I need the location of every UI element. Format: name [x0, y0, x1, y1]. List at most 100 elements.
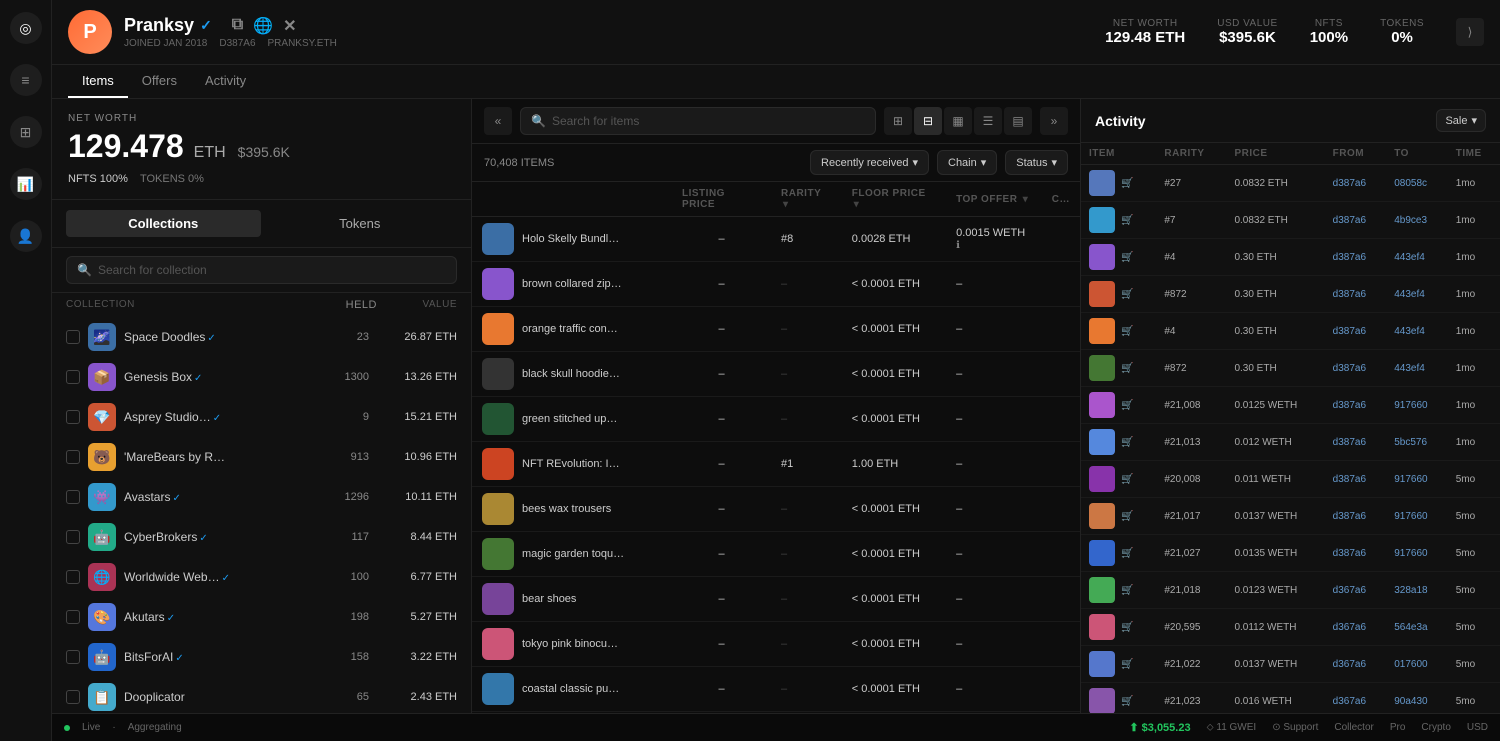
collection-checkbox[interactable]	[66, 370, 80, 384]
activity-from[interactable]: d387a6	[1325, 276, 1387, 313]
activity-from[interactable]: d387a6	[1325, 387, 1387, 424]
collection-checkbox[interactable]	[66, 610, 80, 624]
view-grid-large[interactable]: ▦	[944, 107, 972, 135]
items-search-input[interactable]: 🔍 Search for items	[520, 107, 876, 135]
activity-to[interactable]: 443ef4	[1386, 276, 1448, 313]
activity-from[interactable]: d387a6	[1325, 350, 1387, 387]
activity-from[interactable]: d387a6	[1325, 165, 1387, 202]
collection-item[interactable]: 🌌 Space Doodles✓ 23 26.87 ETH	[52, 317, 471, 357]
table-row[interactable]: orange traffic con… – – < 0.0001 ETH –	[472, 307, 1080, 352]
usd-toggle[interactable]: USD	[1467, 722, 1488, 733]
activity-from[interactable]: d387a6	[1325, 498, 1387, 535]
copy-icon[interactable]: ⧉	[232, 16, 243, 36]
collection-search-input[interactable]: 🔍 Search for collection	[66, 256, 457, 284]
activity-to[interactable]: 4b9ce3	[1386, 202, 1448, 239]
tokens-toggle[interactable]: Tokens	[263, 210, 458, 237]
collections-toggle[interactable]: Collections	[66, 210, 261, 237]
view-list[interactable]: ☰	[974, 107, 1002, 135]
activity-sale-filter[interactable]: Sale ▾	[1436, 109, 1486, 132]
table-row[interactable]: bees wax trousers – – < 0.0001 ETH –	[472, 487, 1080, 532]
collection-item[interactable]: 📋 Dooplicator 65 2.43 ETH	[52, 677, 471, 713]
col-top-offer[interactable]: TOP OFFER ▾	[946, 182, 1042, 217]
activity-from[interactable]: d367a6	[1325, 609, 1387, 646]
activity-from[interactable]: d387a6	[1325, 461, 1387, 498]
collapse-sidebar-button[interactable]: «	[484, 107, 512, 135]
table-row[interactable]: coastal classic pu… – – < 0.0001 ETH –	[472, 667, 1080, 712]
activity-from[interactable]: d367a6	[1325, 572, 1387, 609]
activity-row[interactable]: 🛒 #21,023 0.016 WETH d367a6 90a430 5mo	[1081, 683, 1500, 714]
activity-from[interactable]: d387a6	[1325, 535, 1387, 572]
filter-recently-received[interactable]: Recently received ▾	[810, 150, 929, 175]
table-row[interactable]: Holo Skelly Bundl… – #8 0.0028 ETH 0.001…	[472, 217, 1080, 262]
wallet-address[interactable]: D387A6	[219, 38, 255, 49]
collection-checkbox[interactable]	[66, 570, 80, 584]
activity-to[interactable]: 917660	[1386, 535, 1448, 572]
activity-row[interactable]: 🛒 #7 0.0832 ETH d387a6 4b9ce3 1mo	[1081, 202, 1500, 239]
activity-row[interactable]: 🛒 #872 0.30 ETH d387a6 443ef4 1mo	[1081, 350, 1500, 387]
activity-to[interactable]: 443ef4	[1386, 239, 1448, 276]
view-table[interactable]: ▤	[1004, 107, 1032, 135]
activity-to[interactable]: 917660	[1386, 387, 1448, 424]
activity-to[interactable]: 917660	[1386, 461, 1448, 498]
collection-item[interactable]: 💎 Asprey Studio…✓ 9 15.21 ETH	[52, 397, 471, 437]
collection-checkbox[interactable]	[66, 450, 80, 464]
table-row[interactable]: magic garden toqu… – – < 0.0001 ETH –	[472, 532, 1080, 577]
col-floor-price[interactable]: FLOOR PRICE ▾	[842, 182, 946, 217]
activity-from[interactable]: d387a6	[1325, 313, 1387, 350]
activity-row[interactable]: 🛒 #4 0.30 ETH d387a6 443ef4 1mo	[1081, 239, 1500, 276]
activity-to[interactable]: 443ef4	[1386, 313, 1448, 350]
table-row[interactable]: brown collared zip… – – < 0.0001 ETH –	[472, 262, 1080, 307]
crypto-toggle[interactable]: Crypto	[1421, 722, 1450, 733]
activity-row[interactable]: 🛒 #21,022 0.0137 WETH d367a6 017600 5mo	[1081, 646, 1500, 683]
collapse-header-button[interactable]: ⟩	[1456, 18, 1484, 46]
activity-row[interactable]: 🛒 #21,017 0.0137 WETH d387a6 917660 5mo	[1081, 498, 1500, 535]
support-link[interactable]: ⊙ Support	[1272, 722, 1318, 733]
activity-row[interactable]: 🛒 #21,018 0.0123 WETH d367a6 328a18 5mo	[1081, 572, 1500, 609]
collection-checkbox[interactable]	[66, 650, 80, 664]
collection-item[interactable]: 📦 Genesis Box✓ 1300 13.26 ETH	[52, 357, 471, 397]
filter-status[interactable]: Status ▾	[1005, 150, 1068, 175]
activity-row[interactable]: 🛒 #4 0.30 ETH d387a6 443ef4 1mo	[1081, 313, 1500, 350]
filter-chain[interactable]: Chain ▾	[937, 150, 997, 175]
activity-row[interactable]: 🛒 #21,027 0.0135 WETH d387a6 917660 5mo	[1081, 535, 1500, 572]
nav-icon-list[interactable]: ≡	[10, 64, 42, 96]
ens-name[interactable]: PRANKSY.ETH	[268, 38, 337, 49]
activity-from[interactable]: d367a6	[1325, 646, 1387, 683]
activity-row[interactable]: 🛒 #27 0.0832 ETH d387a6 08058c 1mo	[1081, 165, 1500, 202]
collection-item[interactable]: 🎨 Akutars✓ 198 5.27 ETH	[52, 597, 471, 637]
nav-icon-home[interactable]: ◎	[10, 12, 42, 44]
col-listing-price[interactable]: LISTING PRICE	[672, 182, 771, 217]
collection-item[interactable]: 🤖 BitsForAI✓ 158 3.22 ETH	[52, 637, 471, 677]
collection-checkbox[interactable]	[66, 530, 80, 544]
collection-checkbox[interactable]	[66, 330, 80, 344]
activity-row[interactable]: 🛒 #20,008 0.011 WETH d387a6 917660 5mo	[1081, 461, 1500, 498]
collection-checkbox[interactable]	[66, 490, 80, 504]
col-rarity[interactable]: RARITY ▾	[771, 182, 842, 217]
collection-item[interactable]: 🤖 CyberBrokers✓ 117 8.44 ETH	[52, 517, 471, 557]
activity-to[interactable]: 5bc576	[1386, 424, 1448, 461]
twitter-icon[interactable]: ✕	[283, 16, 296, 36]
globe-icon[interactable]: 🌐	[253, 16, 273, 36]
activity-row[interactable]: 🛒 #21,013 0.012 WETH d387a6 5bc576 1mo	[1081, 424, 1500, 461]
activity-to[interactable]: 328a18	[1386, 572, 1448, 609]
activity-to[interactable]: 90a430	[1386, 683, 1448, 714]
view-grid-small[interactable]: ⊞	[884, 107, 912, 135]
activity-from[interactable]: d387a6	[1325, 239, 1387, 276]
activity-to[interactable]: 564e3a	[1386, 609, 1448, 646]
collection-item[interactable]: 🌐 Worldwide Web…✓ 100 6.77 ETH	[52, 557, 471, 597]
collection-item[interactable]: 🐻 'MareBears by R… 913 10.96 ETH	[52, 437, 471, 477]
table-row[interactable]: bear shoes – – < 0.0001 ETH –	[472, 577, 1080, 622]
tab-items[interactable]: Items	[68, 65, 128, 98]
activity-to[interactable]: 917660	[1386, 498, 1448, 535]
nav-icon-user[interactable]: 👤	[10, 220, 42, 252]
activity-row[interactable]: 🛒 #20,595 0.0112 WETH d367a6 564e3a 5mo	[1081, 609, 1500, 646]
activity-to[interactable]: 443ef4	[1386, 350, 1448, 387]
activity-to[interactable]: 08058c	[1386, 165, 1448, 202]
tab-offers[interactable]: Offers	[128, 65, 191, 98]
activity-to[interactable]: 017600	[1386, 646, 1448, 683]
table-row[interactable]: green stitched up… – – < 0.0001 ETH –	[472, 397, 1080, 442]
activity-from[interactable]: d387a6	[1325, 424, 1387, 461]
table-row[interactable]: tokyo pink binocu… – – < 0.0001 ETH –	[472, 622, 1080, 667]
nav-icon-grid[interactable]: ⊞	[10, 116, 42, 148]
table-row[interactable]: NFT REvolution: I… – #1 1.00 ETH –	[472, 442, 1080, 487]
